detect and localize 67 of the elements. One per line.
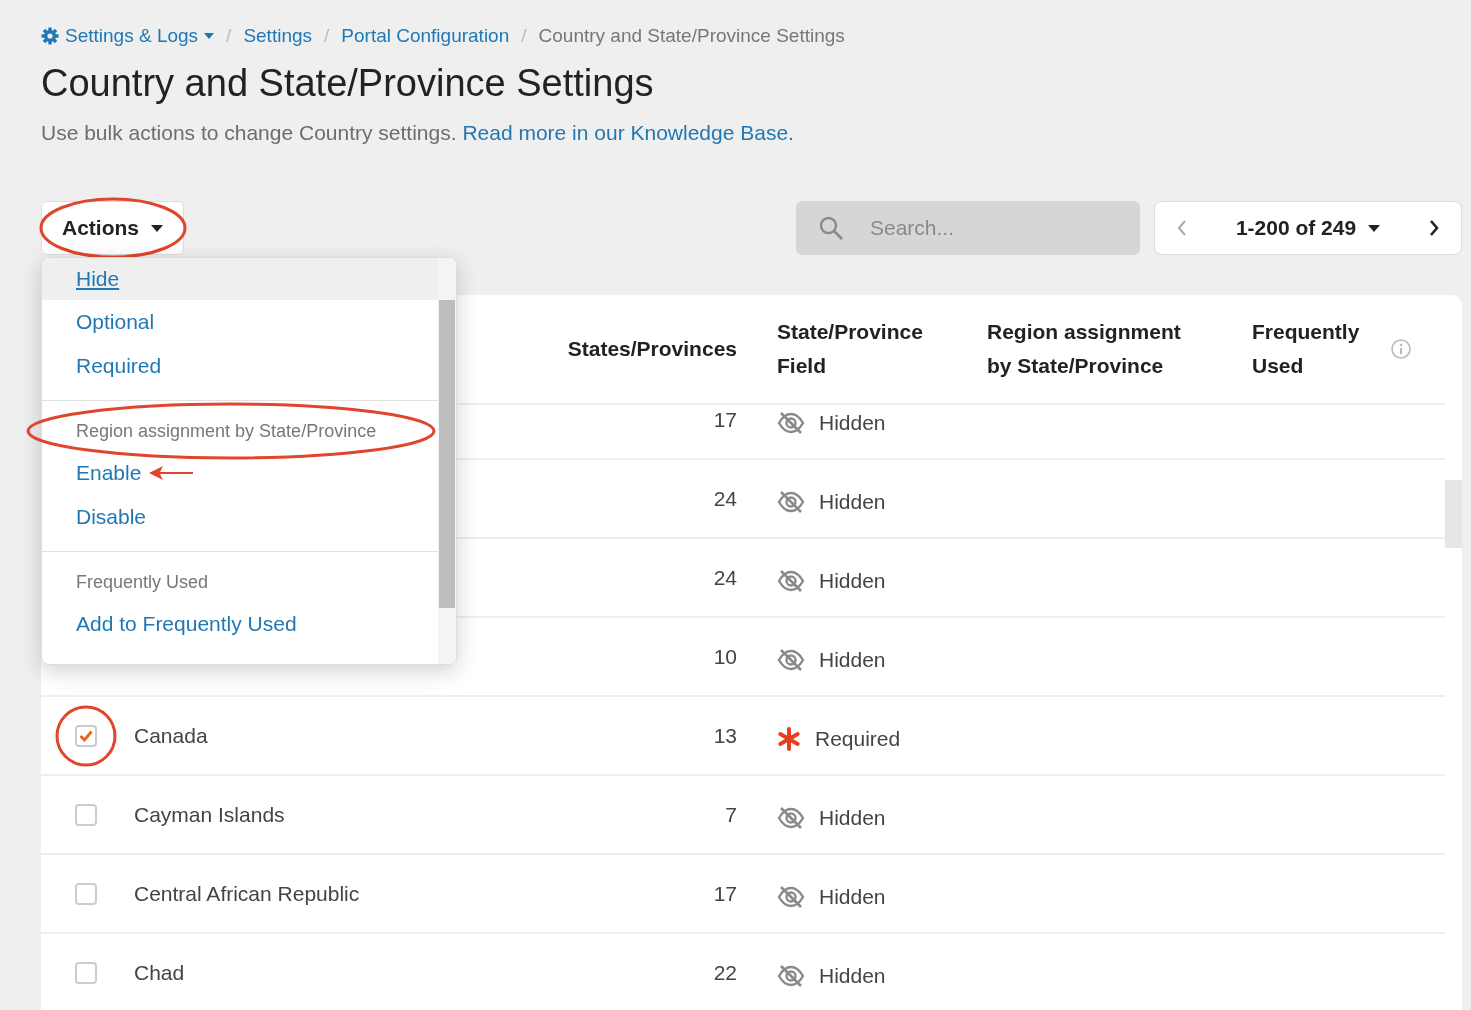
country-name: Central African Republic [134, 881, 360, 905]
field-status: Hidden [819, 963, 886, 988]
caret-icon [204, 33, 215, 39]
state-count: 17 [712, 881, 737, 906]
breadcrumb-separator: / [324, 25, 330, 47]
page-description: Use bulk actions to change Country settings. Read more in our Knowledge Base. [41, 121, 795, 145]
breadcrumb-current: Country and State/Province Settings [538, 25, 845, 47]
field-status: Hidden [819, 805, 886, 830]
country-name: Chad [134, 960, 185, 984]
state-count: 13 [712, 723, 737, 748]
state-count: 7 [724, 802, 737, 827]
eye-slash-icon [777, 568, 805, 593]
menu-item[interactable]: Required [42, 344, 438, 388]
state-count: 24 [712, 565, 737, 590]
eye-slash-icon [777, 884, 805, 909]
asterisk-icon [777, 726, 801, 751]
field-status: Hidden [819, 884, 886, 909]
gear-icon [41, 27, 59, 45]
menu-item[interactable]: Hide [42, 258, 438, 300]
column-header: States/Provinces [566, 336, 737, 362]
country-name: Canada [134, 723, 208, 747]
breadcrumb-separator: / [226, 25, 232, 47]
field-status: Hidden [819, 489, 886, 514]
breadcrumb-menu[interactable]: Settings & Logs [41, 25, 215, 47]
info-icon[interactable] [1391, 339, 1411, 359]
column-header: Frequently Used [1252, 319, 1361, 379]
chevron-left-icon [1177, 220, 1187, 236]
eye-slash-icon [777, 489, 805, 514]
scrollbar-thumb[interactable] [439, 300, 455, 608]
breadcrumb-link[interactable]: Settings [243, 25, 313, 47]
menu-item[interactable]: Optional [42, 300, 438, 344]
field-status: Hidden [819, 568, 886, 593]
eye-slash-icon [777, 963, 805, 988]
breadcrumb-link[interactable]: Portal Configuration [341, 25, 510, 47]
eye-slash-icon [777, 805, 805, 830]
row-checkbox[interactable] [75, 882, 97, 905]
state-count: 10 [712, 644, 737, 669]
menu-heading: Region assignment by State/Province [76, 420, 377, 442]
menu-item[interactable]: Enable [42, 451, 438, 495]
search-field[interactable]: Search... [796, 201, 1140, 255]
eye-slash-icon [777, 647, 805, 672]
field-status: Hidden [819, 647, 886, 672]
page-title: Country and State/Province Settings [41, 62, 655, 105]
check-icon [79, 729, 93, 742]
row-checkbox[interactable] [75, 803, 97, 826]
caret-icon [1368, 224, 1381, 232]
state-count: 24 [712, 486, 737, 511]
eye-slash-icon [777, 410, 805, 435]
menu-scrollbar[interactable] [438, 258, 456, 664]
caret-icon [151, 224, 163, 232]
menu-item[interactable]: Add to Frequently Used [42, 602, 438, 646]
column-header: State/Province Field [777, 319, 924, 379]
state-count: 22 [712, 960, 737, 985]
row-checkbox[interactable] [75, 961, 97, 984]
row-checkbox[interactable] [75, 724, 97, 747]
field-status: Hidden [819, 410, 886, 435]
menu-heading: Frequently Used [76, 571, 209, 593]
scrollbar-thumb[interactable] [1445, 480, 1462, 548]
state-count: 17 [712, 407, 737, 432]
page-range-dropdown[interactable]: 1-200 of 249 [1229, 215, 1387, 241]
chevron-right-icon [1429, 220, 1439, 236]
country-name: Cayman Islands [134, 802, 285, 826]
field-status: Required [815, 726, 901, 751]
column-header: Region assignment by State/Province [987, 319, 1182, 379]
breadcrumb-separator: / [521, 25, 527, 47]
knowledge-base-link[interactable]: Read more in our Knowledge Base. [462, 121, 794, 144]
menu-item[interactable]: Disable [42, 495, 438, 539]
